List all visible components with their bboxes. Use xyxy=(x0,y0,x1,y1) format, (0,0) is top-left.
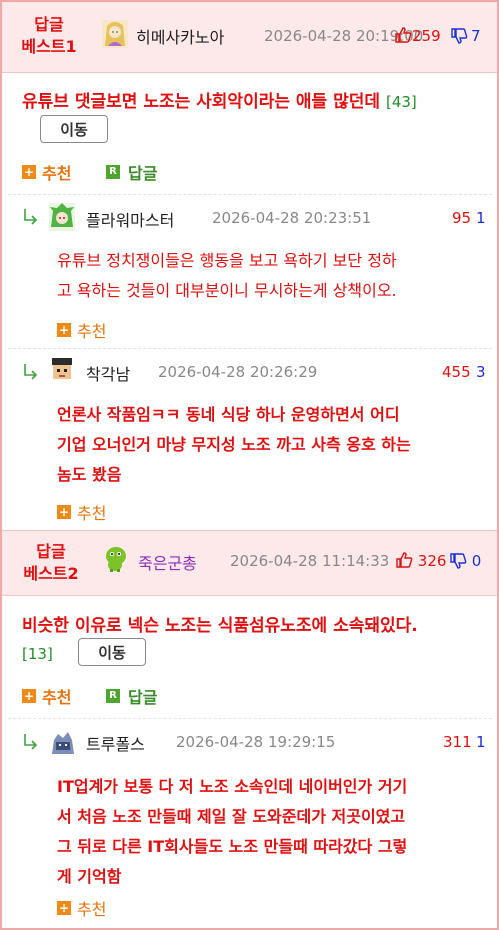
thumbs-up-icon[interactable] xyxy=(396,552,413,568)
recommend-button[interactable]: + 추천 xyxy=(57,318,106,342)
upvote-count[interactable]: 311 xyxy=(443,733,472,751)
reply-count: [43] xyxy=(385,93,417,111)
downvote-count[interactable]: 1 xyxy=(476,209,486,227)
best-label: 답글 베스트2 xyxy=(23,542,79,583)
upvote-count[interactable]: 455 xyxy=(442,363,471,381)
comment-body: IT업계가 보통 다 저 노조 소속인데 네이버인가 거기 서 처음 노조 만들… xyxy=(57,777,408,886)
anime-girl-avatar-icon[interactable] xyxy=(102,20,128,48)
thumbs-down-icon[interactable] xyxy=(451,28,468,44)
author-name[interactable]: 죽은군총 xyxy=(138,550,197,574)
recommend-button[interactable]: + 추천 xyxy=(22,160,71,184)
timestamp: 2026-04-28 20:23:51 xyxy=(212,209,372,227)
upvote-count[interactable]: 259 xyxy=(395,27,441,45)
divider xyxy=(8,194,492,195)
plus-icon: + xyxy=(57,901,71,915)
comment-body: 유튜브 댓글보면 노조는 사회악이라는 애들 많던데 [43] xyxy=(22,92,417,112)
upvote-count[interactable]: 95 xyxy=(452,209,471,227)
downvote-count[interactable]: 1 xyxy=(476,733,486,751)
plus-icon: + xyxy=(22,689,36,703)
downvote-count[interactable]: 7 xyxy=(451,27,481,45)
comment-body: 언론사 작품임ㅋㅋ 동네 식당 하나 운영하면서 어디 기업 오너인거 마냥 무… xyxy=(57,405,411,484)
author-name[interactable]: 플라워마스터 xyxy=(86,207,174,231)
upvote-count[interactable]: 326 xyxy=(396,552,446,570)
author-name[interactable]: 히메사카노아 xyxy=(136,24,224,48)
reply-count: [13] xyxy=(22,645,53,663)
downvote-count[interactable]: 0 xyxy=(450,552,481,570)
reply-arrow-icon xyxy=(24,364,38,380)
reply-button[interactable]: R 답글 xyxy=(106,684,157,708)
reply-button[interactable]: R 답글 xyxy=(106,160,157,184)
plus-icon: + xyxy=(22,165,36,179)
plus-icon: + xyxy=(57,505,71,519)
reply-icon: R xyxy=(106,689,120,703)
divider xyxy=(8,348,492,349)
divider xyxy=(8,718,492,719)
best-comment-header: 답글 베스트2 죽은군총 2026-04-28 11:14:33 326 0 xyxy=(2,531,497,596)
green-hair-avatar-icon[interactable] xyxy=(49,203,75,231)
best-label: 답글 베스트1 xyxy=(21,15,77,56)
author-name[interactable]: 트루폴스 xyxy=(86,731,145,755)
best-comment-header: 답글 베스트1 히메사카노아 2026-04-28 20:19:00 259 7 xyxy=(2,2,497,73)
comment-frame: 답글 베스트1 히메사카노아 2026-04-28 20:19:00 259 7… xyxy=(0,0,499,930)
knight-avatar-icon[interactable] xyxy=(50,728,76,756)
thumbs-down-icon[interactable] xyxy=(450,553,467,569)
reply-icon: R xyxy=(106,165,120,179)
author-name[interactable]: 착각남 xyxy=(86,361,130,385)
recommend-button[interactable]: + 추천 xyxy=(57,896,106,920)
comment-body: 비슷한 이유로 넥슨 노조는 식품섬유노조에 소속돼있다. xyxy=(22,616,418,636)
timestamp: 2026-04-28 11:14:33 xyxy=(230,552,390,570)
reply-arrow-icon xyxy=(24,734,38,750)
pixel-man-avatar-icon[interactable] xyxy=(49,356,75,384)
reply-arrow-icon xyxy=(24,209,38,225)
comment-body: 유튜브 정치쟁이들은 행동을 보고 욕하기 보단 정하 고 욕하는 것들이 대부… xyxy=(57,251,397,300)
timestamp: 2026-04-28 19:29:15 xyxy=(176,733,336,751)
green-dino-avatar-icon[interactable] xyxy=(102,544,128,572)
timestamp: 2026-04-28 20:26:29 xyxy=(158,363,318,381)
recommend-button[interactable]: + 추천 xyxy=(57,500,106,524)
downvote-count[interactable]: 3 xyxy=(476,363,486,381)
plus-icon: + xyxy=(57,323,71,337)
thumbs-up-icon[interactable] xyxy=(395,27,412,43)
recommend-button[interactable]: + 추천 xyxy=(22,684,71,708)
move-button[interactable]: 이동 xyxy=(40,115,108,143)
move-button[interactable]: 이동 xyxy=(78,638,146,666)
